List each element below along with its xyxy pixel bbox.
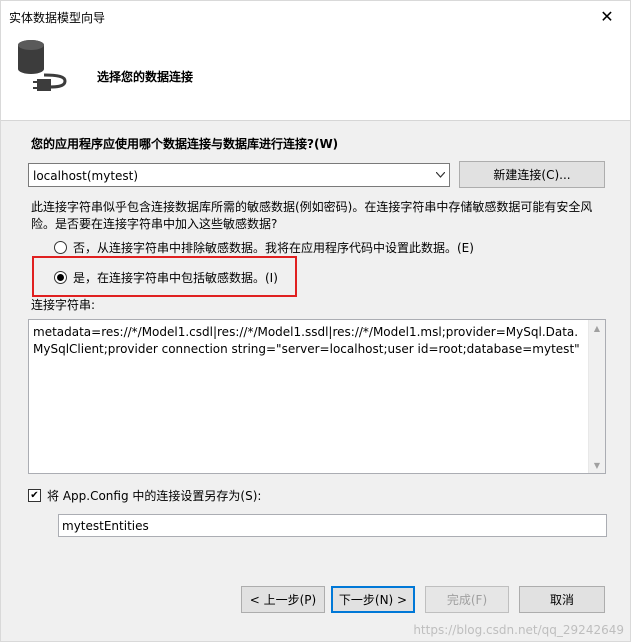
- scroll-down-icon[interactable]: ▼: [589, 457, 605, 473]
- radio-button-include[interactable]: [54, 271, 67, 284]
- entity-name-input[interactable]: mytestEntities: [58, 514, 607, 537]
- chevron-down-icon[interactable]: [431, 164, 449, 186]
- textarea-scrollbar[interactable]: ▲ ▼: [588, 320, 605, 473]
- save-config-label: 将 App.Config 中的连接设置另存为(S):: [47, 489, 262, 503]
- radio-include-label: 是，在连接字符串中包括敏感数据。(I): [73, 271, 278, 285]
- scroll-up-icon[interactable]: ▲: [589, 320, 605, 336]
- database-plug-icon: [18, 40, 67, 91]
- page-heading: 选择您的数据连接: [97, 70, 194, 84]
- save-config-checkbox[interactable]: ✔: [28, 489, 41, 502]
- radio-exclude-label: 否，从连接字符串中排除敏感数据。我将在应用程序代码中设置此数据。(E): [73, 241, 474, 255]
- connection-string-label: 连接字符串:: [31, 298, 96, 312]
- back-button[interactable]: < 上一步(P): [241, 586, 325, 613]
- cancel-button[interactable]: 取消: [519, 586, 605, 613]
- connection-dropdown[interactable]: localhost(mytest): [28, 163, 450, 187]
- wizard-header: 选择您的数据连接: [1, 31, 630, 121]
- close-icon[interactable]: ✕: [584, 1, 630, 31]
- new-connection-button[interactable]: 新建连接(C)...: [459, 161, 605, 188]
- watermark-text: https://blog.csdn.net/qq_29242649: [413, 623, 624, 637]
- window-title: 实体数据模型向导: [9, 11, 106, 25]
- save-config-checkbox-row[interactable]: ✔ 将 App.Config 中的连接设置另存为(S):: [28, 487, 261, 504]
- title-bar: 实体数据模型向导 ✕: [1, 1, 630, 31]
- finish-button[interactable]: 完成(F): [425, 586, 509, 613]
- sensitive-data-warning: 此连接字符串似乎包含连接数据库所需的敏感数据(例如密码)。在连接字符串中存储敏感…: [31, 200, 593, 231]
- radio-button-exclude[interactable]: [54, 241, 67, 254]
- connection-string-value: metadata=res://*/Model1.csdl|res://*/Mod…: [33, 325, 580, 356]
- wizard-window: 实体数据模型向导 ✕ 选择您的数据连接 您的应用程序应使用哪个数据连接与数据库进…: [0, 0, 631, 642]
- radio-include-sensitive[interactable]: 是，在连接字符串中包括敏感数据。(I): [54, 269, 278, 286]
- connection-string-textarea[interactable]: metadata=res://*/Model1.csdl|res://*/Mod…: [28, 319, 606, 474]
- next-button[interactable]: 下一步(N) >: [331, 586, 415, 613]
- connection-dropdown-value: localhost(mytest): [33, 169, 139, 183]
- radio-exclude-sensitive[interactable]: 否，从连接字符串中排除敏感数据。我将在应用程序代码中设置此数据。(E): [54, 239, 474, 256]
- connection-question: 您的应用程序应使用哪个数据连接与数据库进行连接?(W): [31, 137, 339, 151]
- entity-name-value: mytestEntities: [62, 519, 149, 533]
